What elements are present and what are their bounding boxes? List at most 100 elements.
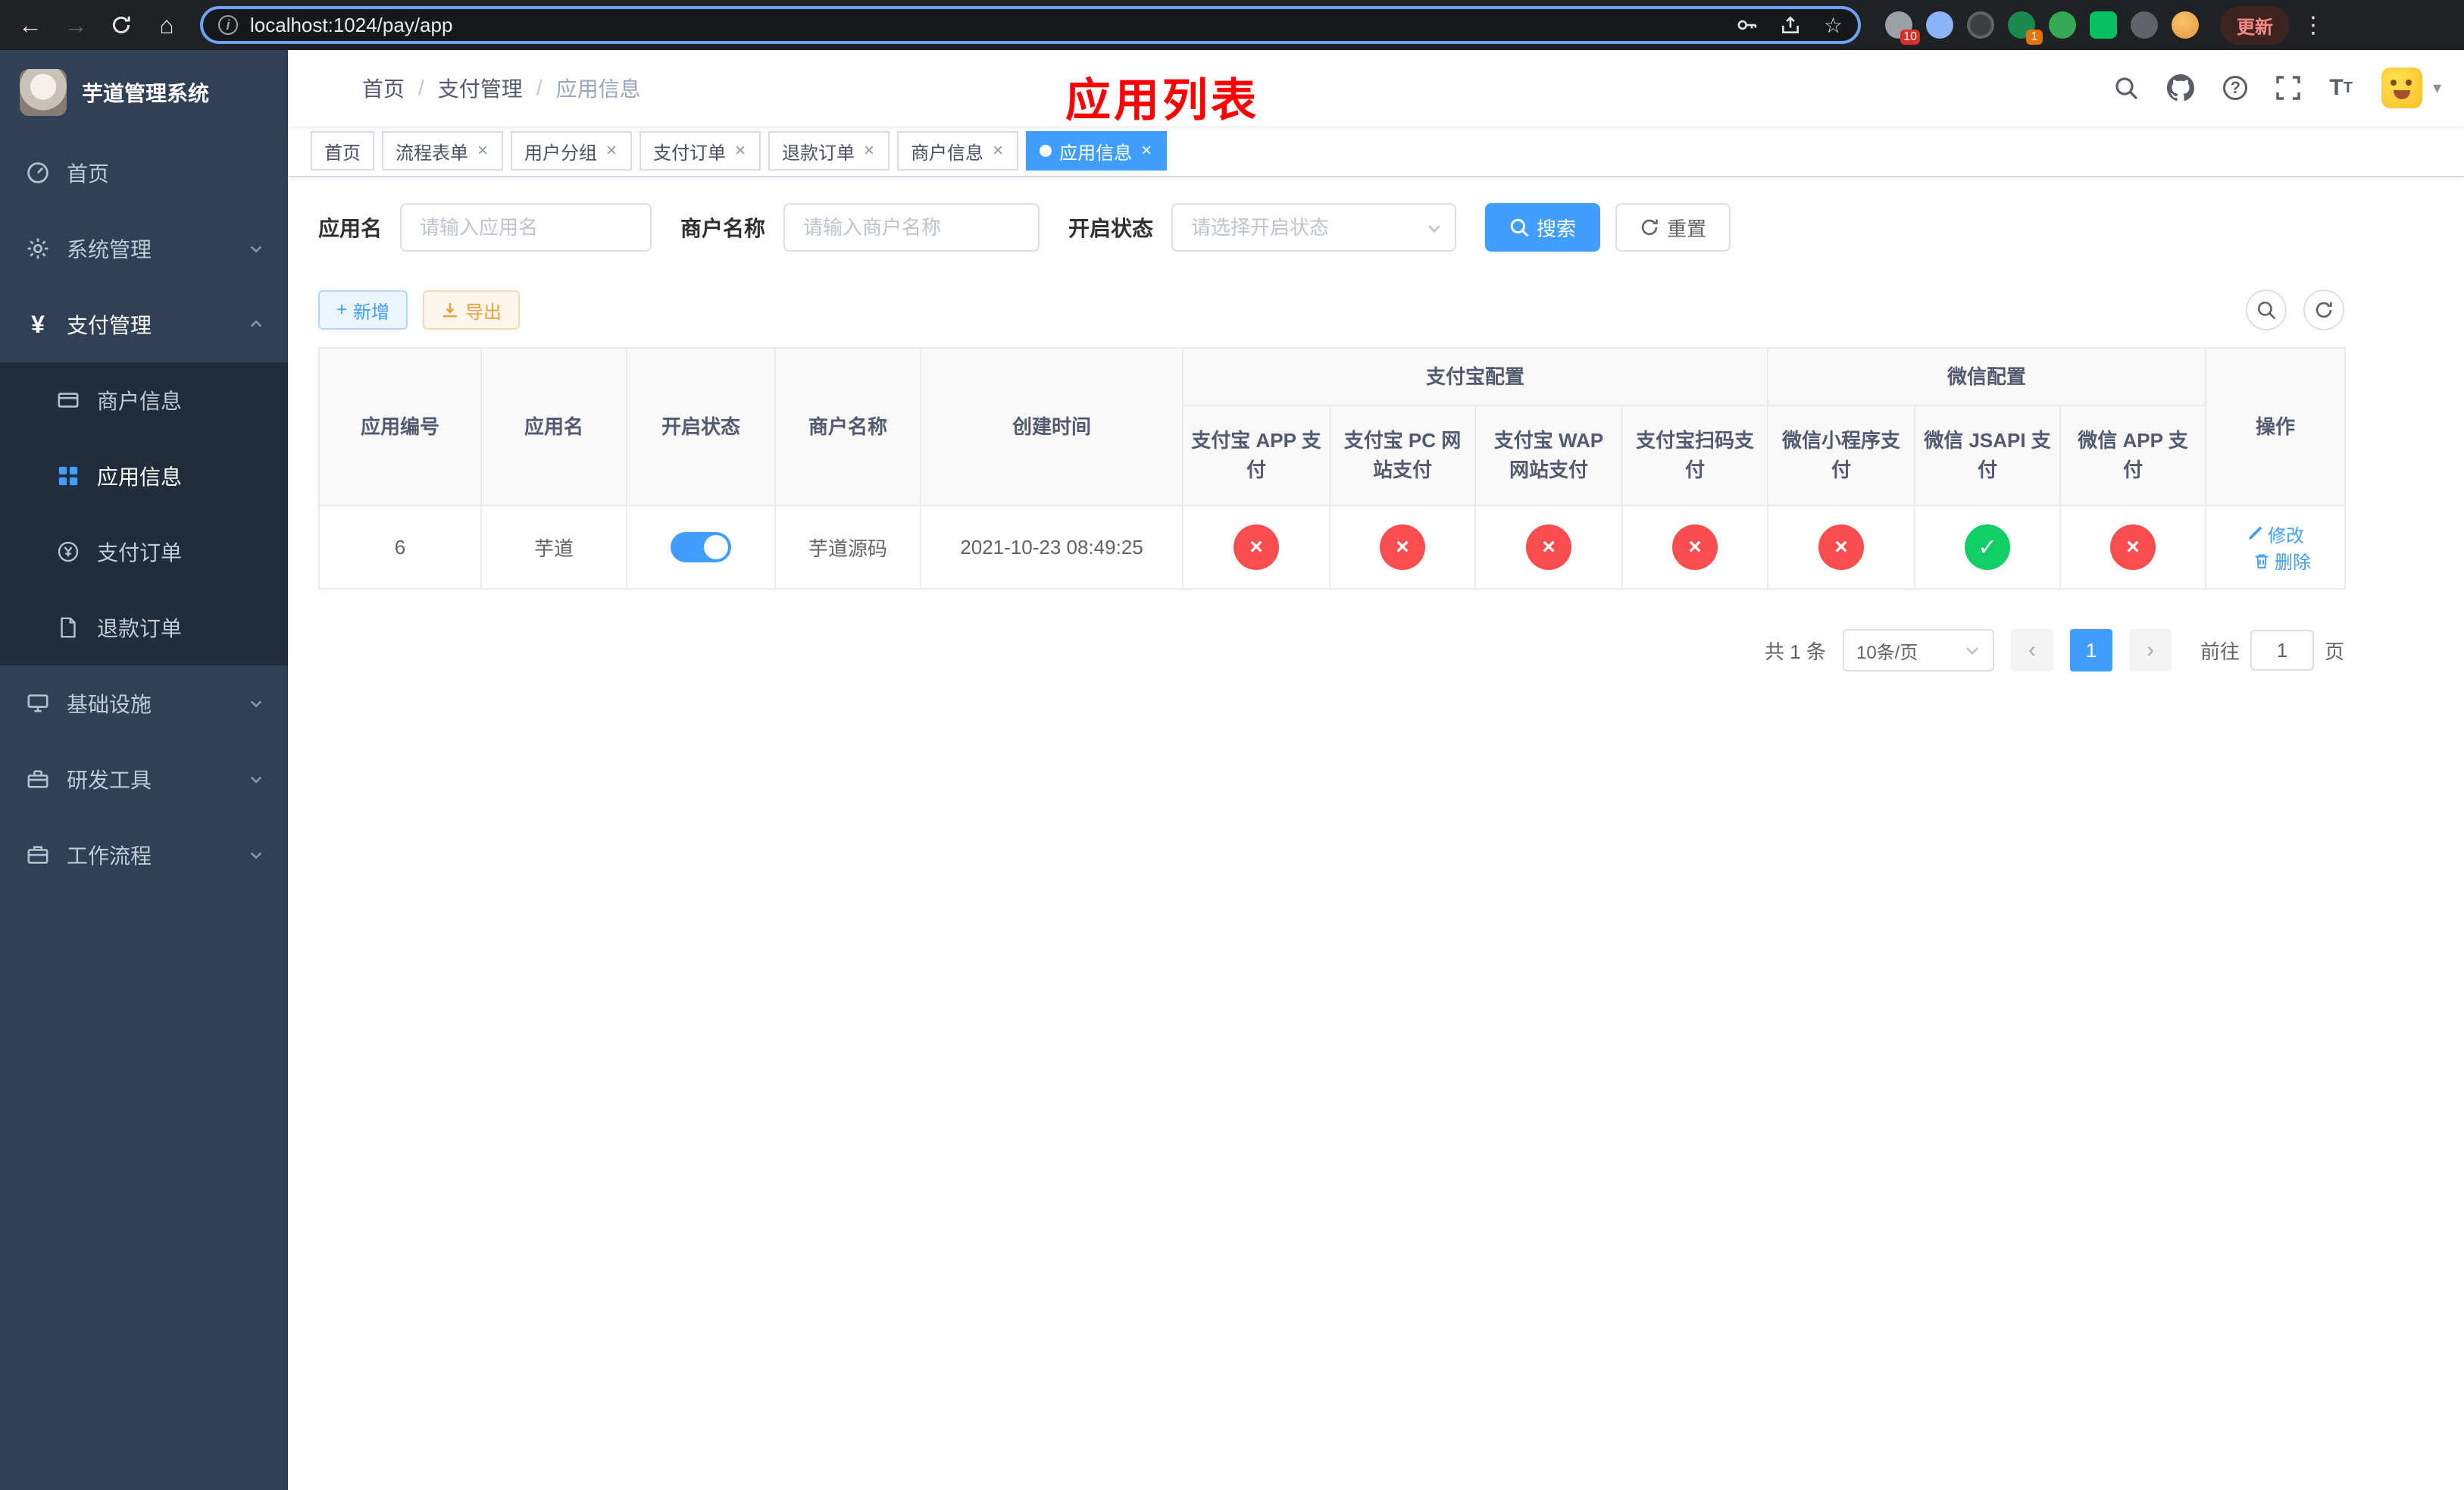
tab-label: 用户分组 [524, 142, 598, 164]
page-size-value: 10条/页 [1856, 642, 1918, 663]
search-button[interactable]: 搜索 [1485, 203, 1601, 252]
breadcrumb-separator: / [418, 76, 424, 99]
edit-link[interactable]: 修改 [2247, 521, 2304, 547]
refresh-button[interactable] [2303, 290, 2344, 330]
tab-user-group[interactable]: 用户分组 × [511, 131, 633, 171]
tab-close-icon[interactable]: × [991, 142, 1005, 160]
goto-page-input[interactable] [2250, 630, 2314, 671]
tab-close-icon[interactable]: × [605, 142, 618, 160]
address-bar[interactable]: i localhost:1024/pay/app ☆ [200, 6, 1861, 44]
github-icon[interactable] [2167, 74, 2195, 102]
chevron-down-icon [1966, 647, 1978, 656]
col-header-app-name: 应用名 [480, 347, 627, 506]
extension-puzzle2-icon[interactable] [2131, 11, 2158, 39]
avatar[interactable] [2381, 67, 2422, 108]
sidebar-item-pay-order[interactable]: 支付订单 [0, 514, 288, 590]
dashboard-icon [24, 161, 52, 185]
status-toggle[interactable] [671, 532, 731, 562]
document-icon [55, 616, 82, 639]
site-info-icon[interactable]: i [218, 15, 238, 35]
extension-puzzle-icon[interactable]: 10 [1885, 11, 1920, 45]
browser-update-button[interactable]: 更新 [2220, 5, 2290, 45]
cell-alipay-app: × [1182, 505, 1330, 590]
delete-link-label: 删除 [2275, 552, 2312, 573]
add-button[interactable]: + 新增 [318, 290, 408, 330]
tab-close-icon[interactable]: × [733, 142, 747, 160]
chevron-down-icon [249, 241, 264, 256]
filter-form: 应用名 商户名称 开启状态 [318, 203, 2434, 252]
app-title: 芋道管理系统 [82, 82, 210, 105]
page-number-1[interactable]: 1 [2069, 629, 2112, 671]
tab-close-icon[interactable]: × [1140, 142, 1153, 160]
sidebar: 芋道管理系统 首页 系统管理 ¥ 支付管理 商户信息 应用信息 支付订单 退款订… [0, 50, 288, 1490]
prev-page-button[interactable]: ‹ [2010, 629, 2053, 671]
export-button[interactable]: 导出 [423, 290, 521, 330]
breadcrumb-payment[interactable]: 支付管理 [438, 73, 523, 103]
cell-merchant: 芋道源码 [774, 505, 921, 590]
sidebar-item-system[interactable]: 系统管理 [0, 211, 288, 286]
font-size-icon[interactable]: TT [2329, 77, 2353, 99]
cell-actions: 修改 删除 [2205, 505, 2347, 590]
browser-menu-icon[interactable]: ⋮ [2302, 12, 2325, 39]
breadcrumb: 首页 / 支付管理 / 应用信息 [362, 73, 641, 103]
browser-chrome: ← → ⌂ i localhost:1024/pay/app ☆ 10 1 更新… [0, 0, 2464, 50]
breadcrumb-home[interactable]: 首页 [362, 73, 405, 103]
app-name-label: 应用名 [318, 217, 383, 240]
bookmark-star-icon[interactable]: ☆ [1824, 13, 1843, 38]
sidebar-item-app-info[interactable]: 应用信息 [0, 438, 288, 514]
extension-green-badge-icon[interactable]: 1 [2008, 11, 2043, 45]
page-content: 应用名 商户名称 开启状态 [288, 177, 2464, 671]
extension-drop-icon[interactable] [1926, 11, 1953, 39]
cell-wx-mini: × [1767, 505, 1916, 590]
forward-icon[interactable]: → [55, 5, 97, 45]
sidebar-item-payment[interactable]: ¥ 支付管理 [0, 286, 288, 362]
tab-home[interactable]: 首页 [311, 131, 374, 171]
password-key-icon[interactable] [1736, 14, 1757, 36]
extension-face-icon[interactable] [2172, 11, 2199, 39]
user-menu[interactable]: ▾ [2381, 67, 2441, 108]
add-button-label: 新增 [353, 302, 390, 323]
reset-button-label: 重置 [1667, 217, 1707, 240]
reset-button[interactable]: 重置 [1615, 203, 1731, 252]
sidebar-item-merchant-info[interactable]: 商户信息 [0, 362, 288, 438]
status-fail-icon: × [1380, 524, 1425, 570]
toggle-search-button[interactable] [2246, 290, 2287, 330]
app-name-input[interactable] [400, 203, 652, 252]
breadcrumb-current: 应用信息 [555, 77, 641, 101]
share-icon[interactable] [1780, 14, 1801, 36]
sidebar-item-refund-order[interactable]: 退款订单 [0, 590, 288, 665]
app-logo[interactable]: 芋道管理系统 [0, 50, 288, 135]
search-icon[interactable] [2114, 76, 2138, 100]
reload-icon[interactable] [100, 5, 142, 45]
extension-chat-icon[interactable] [2090, 11, 2117, 39]
merchant-name-input[interactable] [783, 203, 1040, 252]
group-header-wechat: 微信配置 [1767, 347, 2207, 406]
sidebar-item-label: 系统管理 [67, 238, 152, 261]
sidebar-item-dev-tools[interactable]: 研发工具 [0, 741, 288, 817]
tab-merchant-info[interactable]: 商户信息 × [897, 131, 1019, 171]
tab-label: 首页 [324, 142, 361, 164]
page-size-select[interactable]: 10条/页 [1842, 629, 1994, 671]
status-select-input[interactable] [1171, 203, 1457, 252]
status-select[interactable] [1171, 203, 1457, 252]
back-icon[interactable]: ← [9, 5, 52, 45]
tab-close-icon[interactable]: × [862, 142, 876, 160]
sidebar-item-workflow[interactable]: 工作流程 [0, 817, 288, 893]
extension-dark-icon[interactable] [1967, 11, 1994, 39]
logo-image [20, 69, 67, 116]
fullscreen-icon[interactable] [2276, 76, 2301, 100]
extension-check-icon[interactable] [2049, 11, 2076, 39]
help-icon[interactable]: ? [2223, 76, 2248, 100]
delete-link[interactable]: 删除 [2253, 547, 2311, 574]
sidebar-item-infra[interactable]: 基础设施 [0, 665, 288, 741]
tab-process-form[interactable]: 流程表单 × [382, 131, 504, 171]
tab-close-icon[interactable]: × [476, 142, 489, 160]
extension-badge: 1 [2026, 30, 2043, 45]
tab-pay-order[interactable]: 支付订单 × [639, 131, 761, 171]
col-header-alipay-app: 支付宝 APP 支付 [1182, 405, 1330, 506]
tab-app-info[interactable]: 应用信息 × [1026, 131, 1168, 171]
next-page-button[interactable]: › [2128, 629, 2172, 671]
tab-refund-order[interactable]: 退款订单 × [768, 131, 890, 171]
sidebar-item-home[interactable]: 首页 [0, 135, 288, 211]
home-icon[interactable]: ⌂ [145, 5, 188, 45]
